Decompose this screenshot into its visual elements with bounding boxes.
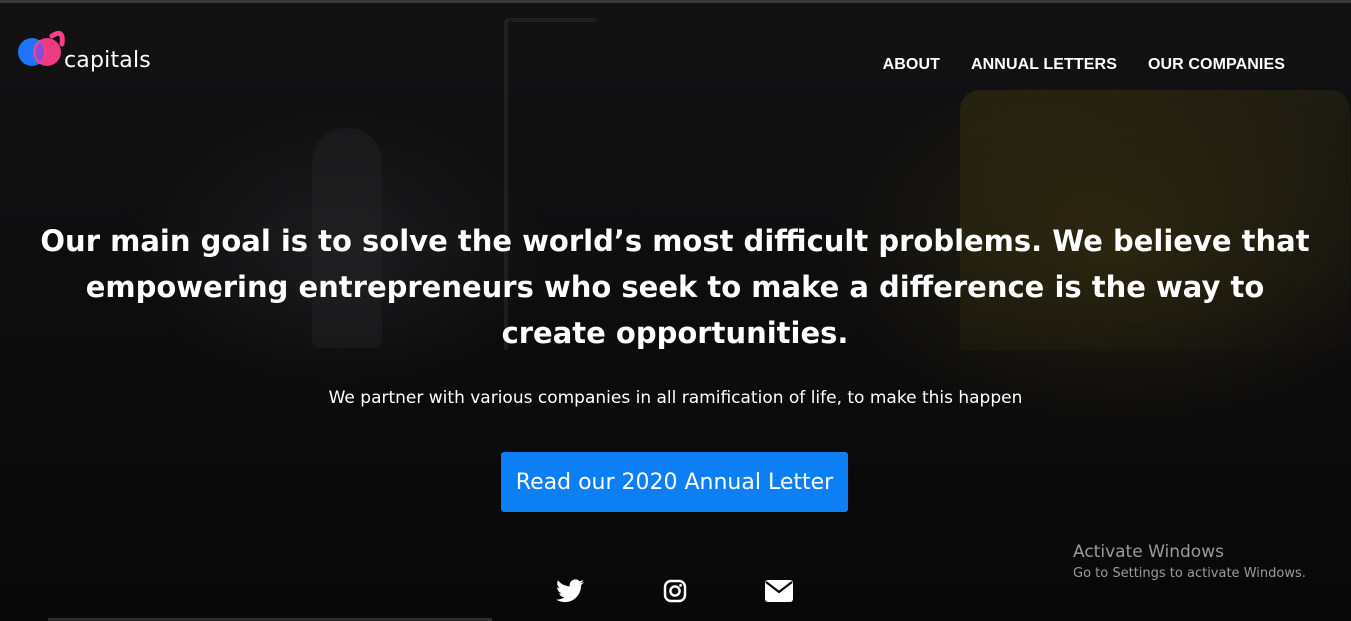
read-annual-letter-button[interactable]: Read our 2020 Annual Letter	[501, 452, 848, 512]
nav-annual-letters[interactable]: ANNUAL LETTERS	[971, 56, 1117, 74]
instagram-icon[interactable]	[660, 576, 690, 606]
brand-logo-link[interactable]: capitals	[16, 30, 151, 74]
windows-activation-watermark: Activate Windows Go to Settings to activ…	[1073, 542, 1306, 581]
twitter-icon[interactable]	[555, 576, 585, 606]
brand-logo-icon	[16, 30, 68, 74]
brand-name: capitals	[64, 47, 151, 73]
main-nav: ABOUT ANNUAL LETTERS OUR COMPANIES	[883, 56, 1285, 74]
top-border	[0, 0, 1351, 3]
nav-about[interactable]: ABOUT	[883, 56, 940, 74]
nav-our-companies[interactable]: OUR COMPANIES	[1148, 56, 1285, 74]
landing-page: capitals ABOUT ANNUAL LETTERS OUR COMPAN…	[0, 0, 1351, 621]
watermark-title: Activate Windows	[1073, 542, 1224, 562]
watermark-subtitle: Go to Settings to activate Windows.	[1073, 566, 1306, 581]
hero-headline: Our main goal is to solve the world’s mo…	[40, 224, 1310, 350]
background-street-pole-arm	[506, 18, 596, 22]
envelope-icon[interactable]	[764, 576, 794, 606]
hero-subtext: We partner with various companies in all…	[328, 388, 1023, 408]
